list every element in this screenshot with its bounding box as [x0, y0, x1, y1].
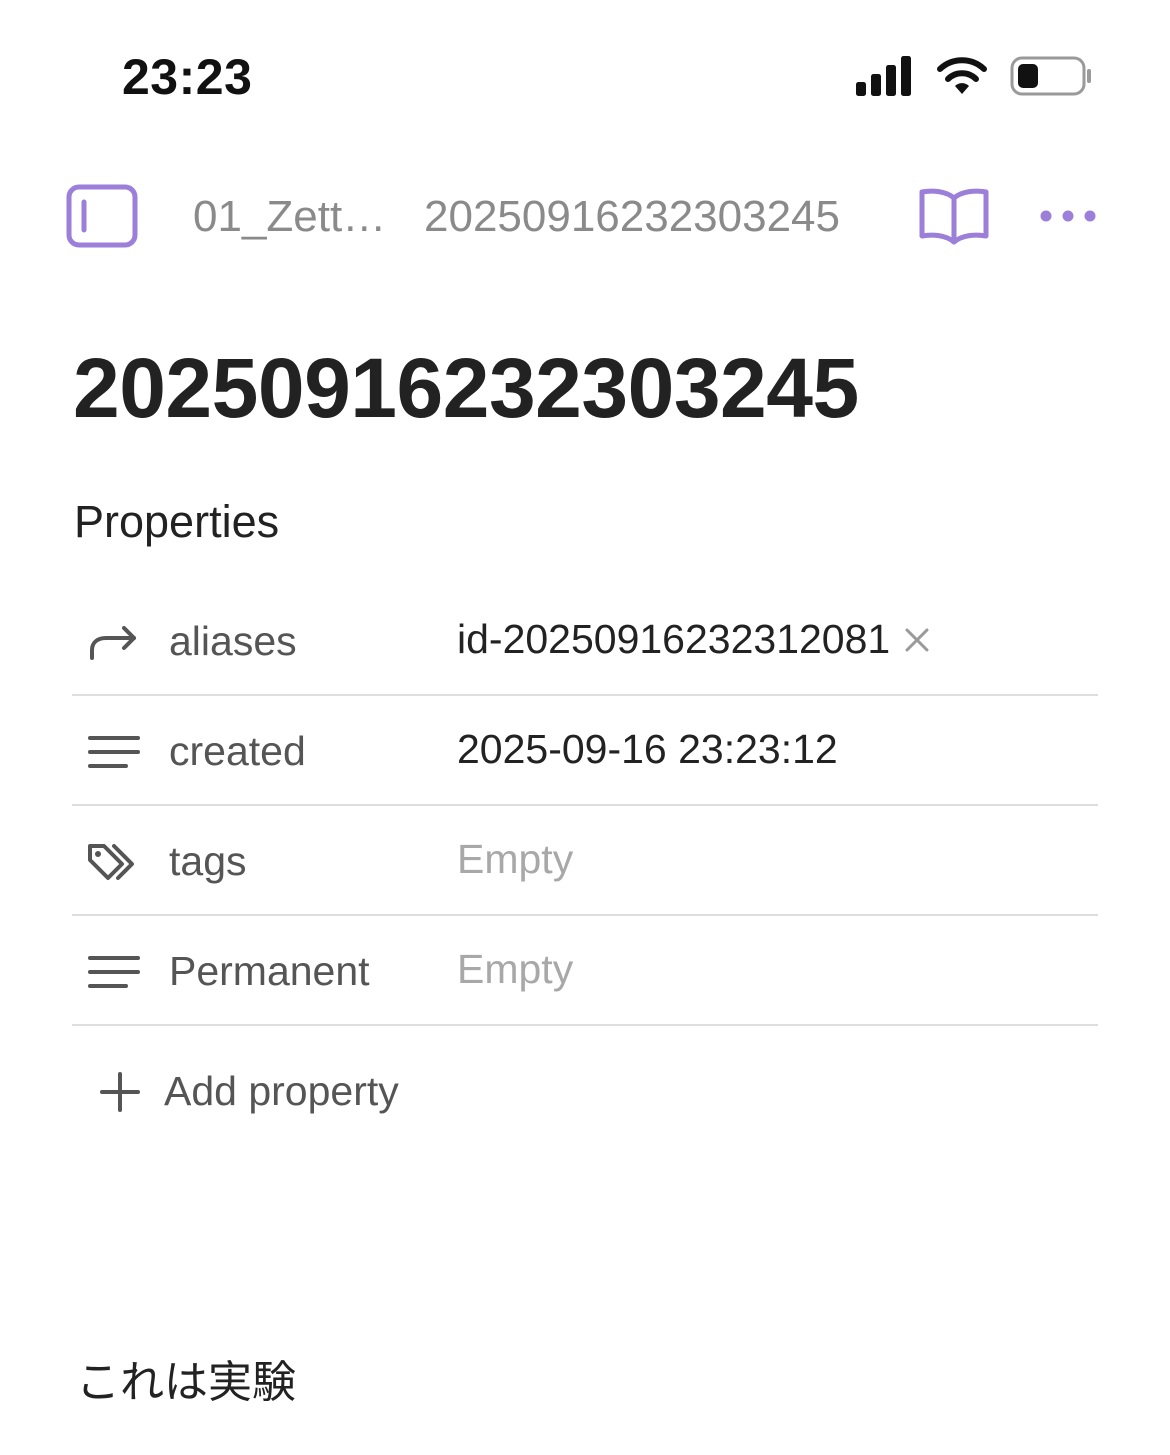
- sidebar-toggle-icon: [66, 184, 138, 248]
- property-row-aliases: aliases id-20250916232312081: [72, 586, 1098, 696]
- status-bar: 23:23: [0, 0, 1170, 150]
- tags-icon: [88, 844, 134, 880]
- status-time: 23:23: [122, 49, 253, 105]
- note-title[interactable]: 20250916232303245: [73, 340, 859, 437]
- property-row-permanent: Permanent Empty: [72, 916, 1098, 1026]
- nav-bar: 01_Zettelkasten 20250916232303245: [0, 170, 1170, 265]
- property-value[interactable]: Empty: [457, 946, 573, 993]
- reading-view-button[interactable]: [918, 184, 990, 248]
- property-key[interactable]: Permanent: [169, 948, 404, 995]
- property-key[interactable]: aliases: [169, 618, 404, 665]
- property-value[interactable]: Empty: [457, 836, 573, 883]
- cellular-signal-icon: [856, 56, 911, 96]
- breadcrumb-folder[interactable]: 01_Zettelkasten: [193, 192, 388, 242]
- text-lines-icon: [88, 736, 140, 768]
- more-options-button[interactable]: [1036, 194, 1100, 238]
- close-icon[interactable]: [902, 625, 932, 655]
- plus-icon: [100, 1071, 140, 1112]
- property-row-tags: tags Empty: [72, 806, 1098, 916]
- properties-heading[interactable]: Properties: [74, 496, 279, 548]
- breadcrumb-note[interactable]: 20250916232303245: [424, 192, 840, 242]
- wifi-icon: [937, 57, 987, 94]
- property-value[interactable]: id-20250916232312081: [457, 616, 932, 663]
- breadcrumb: 01_Zettelkasten 20250916232303245: [193, 192, 840, 242]
- add-property-label: Add property: [164, 1068, 399, 1114]
- property-value[interactable]: 2025-09-16 23:23:12: [457, 726, 838, 773]
- add-property-button[interactable]: Add property: [98, 1068, 399, 1115]
- battery-icon: [1010, 56, 1091, 96]
- more-horizontal-icon: [1040, 210, 1096, 222]
- note-body[interactable]: これは実験: [76, 1346, 296, 1410]
- property-key[interactable]: created: [169, 728, 404, 775]
- text-lines-icon: [88, 956, 140, 988]
- book-open-icon: [919, 188, 989, 245]
- alias-chip[interactable]: id-20250916232312081: [457, 616, 890, 663]
- property-row-created: created 2025-09-16 23:23:12: [72, 696, 1098, 806]
- status-icons: [856, 56, 1092, 96]
- forward-arrow-icon: [90, 626, 136, 660]
- sidebar-toggle-button[interactable]: [66, 184, 138, 248]
- properties-table: aliases id-20250916232312081 created 202…: [72, 586, 1098, 1026]
- property-key[interactable]: tags: [169, 838, 404, 885]
